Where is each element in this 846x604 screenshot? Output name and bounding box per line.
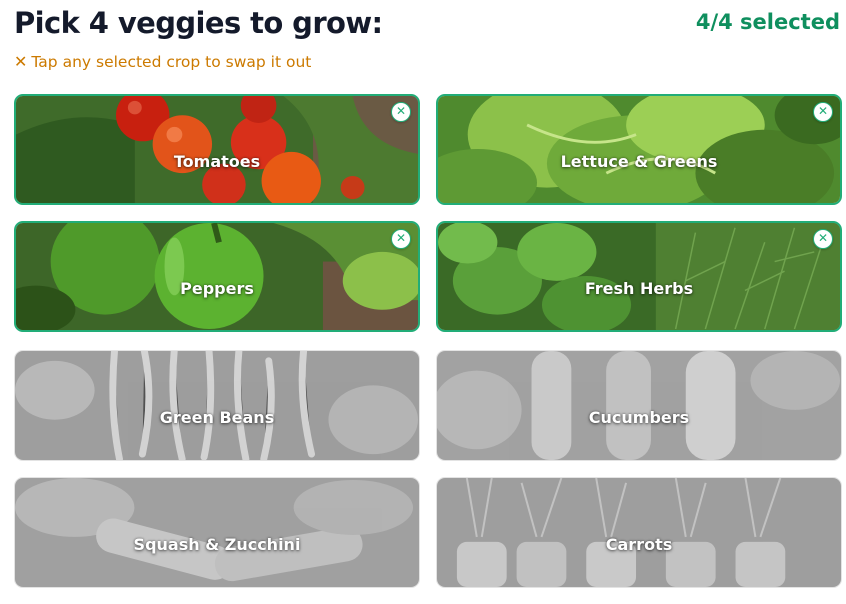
veggie-card-squash[interactable]: Squash & Zucchini: [14, 477, 420, 588]
remove-icon[interactable]: ✕: [391, 229, 411, 249]
veggie-card-herbs[interactable]: ✕ Fresh Herbs: [436, 221, 842, 332]
carrots-image: [437, 478, 841, 587]
swap-hint-text: Tap any selected crop to swap it out: [31, 53, 312, 71]
veggie-grid: ✕ Tomatoes ✕ Lettuce & Greens ✕ Peppers …: [14, 94, 842, 588]
cucumbers-image: [437, 351, 841, 460]
veggie-card-label: Tomatoes: [173, 151, 261, 171]
remove-icon[interactable]: ✕: [813, 102, 833, 122]
veggie-card-label: Squash & Zucchini: [133, 534, 301, 554]
squash-image: [15, 478, 419, 587]
veggie-card-peppers[interactable]: ✕ Peppers: [14, 221, 420, 332]
veggie-card-label: Green Beans: [159, 407, 275, 427]
lettuce-image: [438, 96, 840, 203]
selection-count: 4/4 selected: [695, 10, 840, 34]
veggie-card-label: Peppers: [180, 278, 254, 298]
veggie-card-label: Carrots: [605, 534, 673, 554]
veggie-card-green-beans[interactable]: Green Beans: [14, 350, 420, 461]
swap-hint: ✕ Tap any selected crop to swap it out: [14, 53, 311, 71]
veggie-card-carrots[interactable]: Carrots: [436, 477, 842, 588]
remove-icon[interactable]: ✕: [813, 229, 833, 249]
veggie-card-lettuce[interactable]: ✕ Lettuce & Greens: [436, 94, 842, 205]
veggie-card-label: Lettuce & Greens: [560, 151, 718, 171]
green-beans-image: [15, 351, 419, 460]
veggie-card-tomatoes[interactable]: ✕ Tomatoes: [14, 94, 420, 205]
peppers-image: [16, 223, 418, 330]
veggie-card-label: Fresh Herbs: [584, 278, 694, 298]
veggie-card-cucumbers[interactable]: Cucumbers: [436, 350, 842, 461]
close-icon: ✕: [14, 52, 28, 71]
page-title: Pick 4 veggies to grow:: [14, 6, 383, 40]
remove-icon[interactable]: ✕: [391, 102, 411, 122]
tomatoes-image: [16, 96, 418, 203]
veggie-card-label: Cucumbers: [588, 407, 690, 427]
herbs-image: [438, 223, 840, 330]
